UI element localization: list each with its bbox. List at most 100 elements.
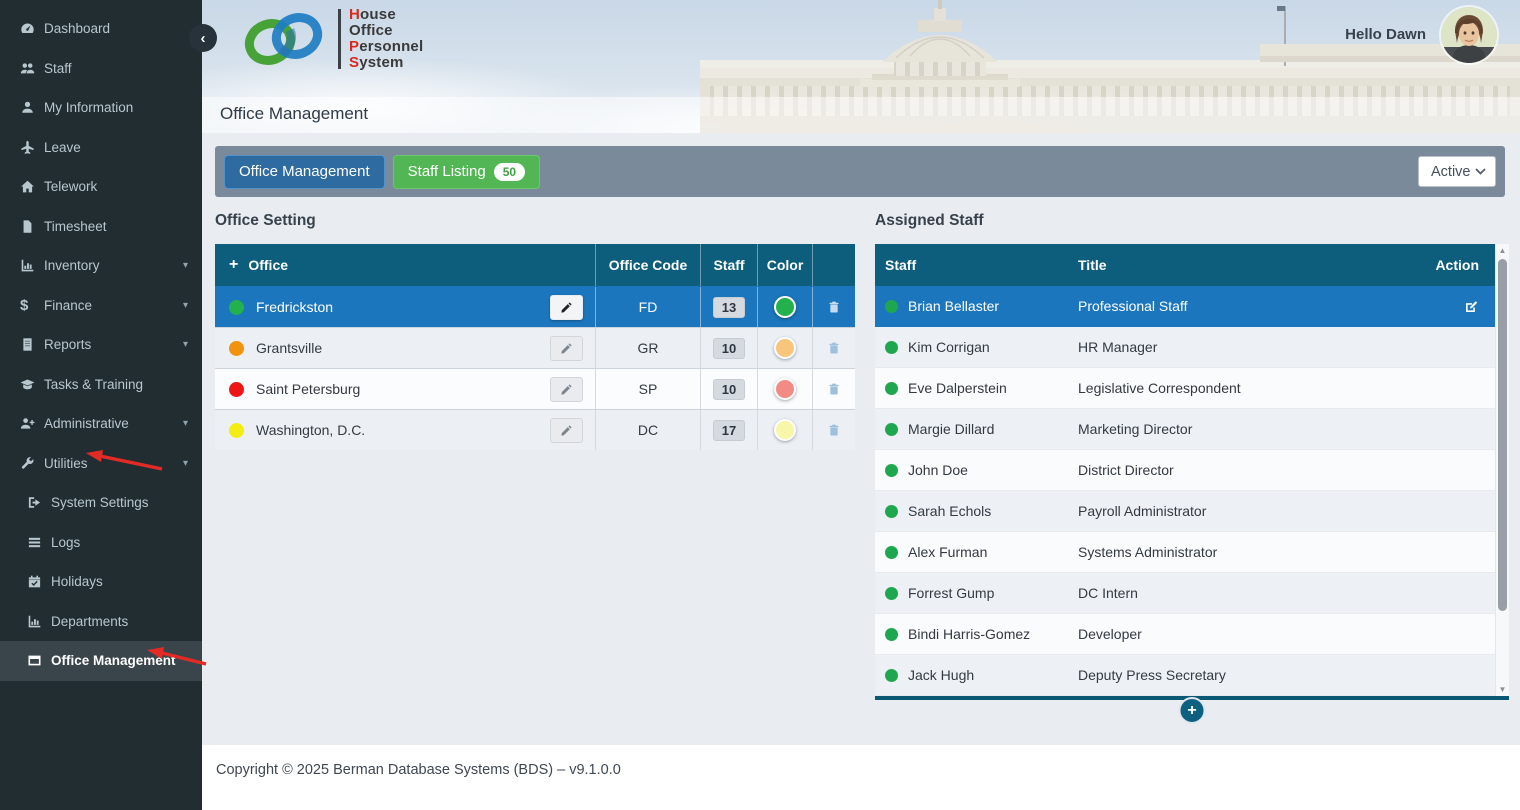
edit-office-button[interactable] [550, 335, 583, 361]
edit-office-button[interactable] [550, 417, 583, 443]
office-code: SP [595, 369, 700, 409]
office-management-tab[interactable]: Office Management [224, 154, 385, 189]
page-title: Office Management [220, 104, 369, 123]
staff-title: Payroll Administrator [1078, 503, 1207, 519]
staff-title: Deputy Press Secretary [1078, 667, 1226, 683]
color-swatch[interactable] [774, 296, 796, 318]
delete-office-button[interactable] [827, 381, 841, 397]
sidebar-item-holidays[interactable]: Holidays [0, 562, 202, 602]
staff-count: 10 [712, 378, 746, 400]
status-dot [885, 299, 898, 313]
staff-count: 13 [712, 296, 746, 318]
office-row-grantsville[interactable]: Grantsville GR 10 [215, 327, 855, 368]
edit-office-button[interactable] [550, 376, 583, 402]
staff-row-margie-dillard[interactable]: Margie Dillard Marketing Director [875, 409, 1495, 450]
office-row-fredrickston[interactable]: Fredrickston FD 13 [215, 286, 855, 327]
sidebar-item-office-management[interactable]: Office Management [0, 641, 202, 681]
office-code: DC [595, 410, 700, 450]
staff-name: Margie Dillard [908, 421, 995, 437]
staff-row-sarah-echols[interactable]: Sarah Echols Payroll Administrator [875, 491, 1495, 532]
user-avatar[interactable] [1441, 7, 1497, 63]
status-dot [885, 545, 898, 559]
sidebar-item-telework[interactable]: Telework [0, 167, 202, 207]
staff-list-scrollbar[interactable]: ▲ ▼ [1495, 244, 1509, 696]
add-staff-button[interactable]: + [1178, 697, 1206, 724]
chevron-left-icon: ‹ [200, 29, 206, 47]
app-logo: House Office Personnel System [242, 7, 423, 71]
sidebar-item-logs[interactable]: Logs [0, 523, 202, 563]
scroll-down-icon[interactable]: ▼ [1496, 683, 1509, 696]
assigned-staff-title: Assigned Staff [875, 212, 984, 229]
sidebar-item-staff[interactable]: Staff [0, 49, 202, 89]
staff-row-brian-bellaster[interactable]: Brian Bellaster Professional Staff [875, 286, 1495, 327]
page-header: Office Management House Office Personnel… [202, 0, 1520, 133]
copyright-text: Copyright © 2025 Berman Database Systems… [216, 762, 621, 778]
column-staff: Staff [700, 244, 757, 286]
scroll-up-icon[interactable]: ▲ [1496, 244, 1509, 257]
office-name: Grantsville [256, 340, 323, 356]
office-setting-table: + Office Office Code Staff Color Fredric… [215, 244, 855, 450]
calendar-check-icon [27, 574, 51, 589]
color-swatch[interactable] [774, 378, 796, 400]
staff-name: Jack Hugh [908, 667, 975, 683]
sidebar-collapse-button[interactable]: ‹ [189, 24, 217, 52]
staff-count: 10 [712, 337, 746, 359]
scrollbar-thumb[interactable] [1498, 259, 1507, 611]
color-swatch[interactable] [774, 419, 796, 441]
scrollbar-track[interactable] [1496, 257, 1509, 683]
sidebar-item-timesheet[interactable]: Timesheet [0, 207, 202, 247]
sidebar-item-utilities[interactable]: Utilities ▾ [0, 444, 202, 484]
delete-office-button[interactable] [827, 422, 841, 438]
pencil-icon [560, 383, 573, 396]
staff-title: Marketing Director [1078, 421, 1193, 437]
trash-icon [827, 422, 841, 438]
sidebar-item-tasks-training[interactable]: Tasks & Training [0, 365, 202, 405]
color-swatch[interactable] [774, 337, 796, 359]
report-icon [20, 337, 44, 352]
sidebar-item-leave[interactable]: Leave [0, 128, 202, 168]
office-row-washington-dc[interactable]: Washington, D.C. DC 17 [215, 409, 855, 450]
chevron-down-icon: ▾ [182, 260, 188, 272]
office-color-dot [229, 381, 244, 397]
staff-row-bindi-harris-gomez[interactable]: Bindi Harris-Gomez Developer [875, 614, 1495, 655]
sidebar-item-system-settings[interactable]: System Settings [0, 483, 202, 523]
sidebar-item-reports[interactable]: Reports ▾ [0, 325, 202, 365]
staff-title: Legislative Correspondent [1078, 380, 1241, 396]
staff-name: Brian Bellaster [908, 298, 1000, 314]
edit-office-button[interactable] [550, 294, 583, 320]
sidebar-item-finance[interactable]: $ Finance ▾ [0, 286, 202, 326]
toolbar: Office Management Staff Listing 50 Activ… [215, 146, 1505, 197]
sidebar-item-administrative[interactable]: Administrative ▾ [0, 404, 202, 444]
logo-divider [338, 9, 341, 69]
sidebar-item-inventory[interactable]: Inventory ▾ [0, 246, 202, 286]
edit-staff-button[interactable] [1464, 299, 1479, 314]
staff-row-jack-hugh[interactable]: Jack Hugh Deputy Press Secretary [875, 655, 1495, 696]
delete-office-button[interactable] [827, 299, 841, 315]
status-dot [885, 668, 898, 682]
office-name: Washington, D.C. [256, 422, 366, 438]
sidebar-item-dashboard[interactable]: Dashboard [0, 9, 202, 49]
staff-name: Alex Furman [908, 544, 988, 560]
sidebar-item-my-information[interactable]: My Information [0, 88, 202, 128]
office-row-saint-petersburg[interactable]: Saint Petersburg SP 10 [215, 368, 855, 409]
bar-chart-icon [27, 614, 51, 629]
users-icon [20, 61, 44, 76]
add-office-icon[interactable]: + [229, 256, 238, 274]
chevron-down-icon [1475, 168, 1486, 175]
delete-office-button[interactable] [827, 340, 841, 356]
status-filter-select[interactable]: Active [1418, 156, 1496, 187]
staff-row-john-doe[interactable]: John Doe District Director [875, 450, 1495, 491]
user-icon [20, 100, 44, 115]
staff-name: Eve Dalperstein [908, 380, 1007, 396]
staff-row-forrest-gump[interactable]: Forrest Gump DC Intern [875, 573, 1495, 614]
chevron-down-icon: ▾ [182, 457, 188, 469]
status-dot [885, 340, 898, 354]
sidebar-item-departments[interactable]: Departments [0, 602, 202, 642]
staff-row-kim-corrigan[interactable]: Kim Corrigan HR Manager [875, 327, 1495, 368]
staff-row-eve-dalperstein[interactable]: Eve Dalperstein Legislative Corresponden… [875, 368, 1495, 409]
staff-title: HR Manager [1078, 339, 1158, 355]
status-dot [885, 381, 898, 395]
staff-listing-tab[interactable]: Staff Listing 50 [392, 154, 541, 189]
logo-text: House Office Personnel System [349, 6, 424, 71]
staff-row-alex-furman[interactable]: Alex Furman Systems Administrator [875, 532, 1495, 573]
